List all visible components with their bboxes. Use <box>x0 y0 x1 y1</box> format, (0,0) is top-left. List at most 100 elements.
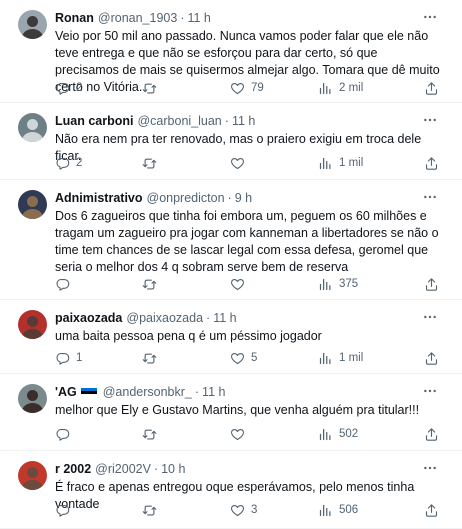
reply-button[interactable] <box>55 276 76 292</box>
tweet[interactable]: Adnimistrativo @onpredicton · 9 h Dos 6 zagu… <box>0 180 462 300</box>
more-horizontal-icon[interactable] <box>422 383 438 399</box>
author-handle[interactable]: @paixaozada <box>126 311 203 326</box>
more-horizontal-icon[interactable] <box>422 189 438 205</box>
author-name[interactable]: paixaozada <box>55 311 122 326</box>
action-bar: 2 1 mil <box>55 155 438 171</box>
retweet-button[interactable] <box>142 502 163 518</box>
action-bar: 375 <box>55 276 438 292</box>
tweet-header: 'AG @andersonbkr_ · 11 h <box>55 385 426 400</box>
retweet-button[interactable] <box>142 426 163 442</box>
replie-count: 2 <box>76 82 83 94</box>
tweet[interactable]: 'AG @andersonbkr_ · 11 h melhor que Ely e Gu… <box>0 374 462 451</box>
avatar[interactable] <box>18 113 47 142</box>
like-button[interactable] <box>230 276 251 292</box>
avatar[interactable] <box>18 190 47 219</box>
retweet-button[interactable] <box>142 155 163 171</box>
author-handle[interactable]: @ronan_1903 <box>98 11 177 26</box>
share-button[interactable] <box>424 502 445 518</box>
timestamp[interactable]: 11 h <box>202 385 225 400</box>
more-horizontal-icon[interactable] <box>422 112 438 128</box>
share-button[interactable] <box>424 426 445 442</box>
tweet[interactable]: r 2002 @ri2002V · 10 hÉ fraco e apenas entr… <box>0 451 462 529</box>
more-horizontal-icon[interactable] <box>422 460 438 476</box>
flag-icon <box>80 387 97 398</box>
more-horizontal-icon[interactable] <box>422 309 438 325</box>
retweet-button[interactable] <box>142 350 163 366</box>
author-handle[interactable]: @carboni_luan <box>137 114 221 129</box>
retweet-icon <box>142 503 163 518</box>
reply-button[interactable]: 2 <box>55 80 82 96</box>
timestamp[interactable]: 11 h <box>213 311 236 326</box>
views-chart-icon <box>318 277 339 292</box>
tweet-header: Luan carboni @carboni_luan · 11 h <box>55 114 426 129</box>
like-button[interactable] <box>230 155 251 171</box>
reply-button[interactable] <box>55 502 76 518</box>
views-chart-icon <box>318 427 339 442</box>
separator-dot: · <box>153 462 159 476</box>
author-handle[interactable]: @andersonbkr_ <box>103 385 192 400</box>
timestamp[interactable]: 10 h <box>161 462 185 477</box>
reply-button[interactable]: 2 <box>55 155 82 171</box>
views-button[interactable]: 502 <box>318 426 358 442</box>
tweet[interactable]: paixaozada @paixaozada · 11 h uma baita pess… <box>0 300 462 374</box>
tweet-text: melhor que Ely e Gustavo Martins, que ve… <box>55 403 420 417</box>
views-button[interactable]: 1 mil <box>318 350 363 366</box>
heart-icon <box>230 427 251 442</box>
author-name[interactable]: 'AG <box>55 385 77 400</box>
view-count: 2 mil <box>339 82 364 94</box>
retweet-button[interactable] <box>142 276 163 292</box>
share-button[interactable] <box>424 276 445 292</box>
views-button[interactable]: 375 <box>318 276 358 292</box>
heart-icon <box>230 156 251 171</box>
author-name[interactable]: Adnimistrativo <box>55 191 143 206</box>
avatar[interactable] <box>18 461 47 490</box>
reply-button[interactable] <box>55 426 76 442</box>
avatar[interactable] <box>18 310 47 339</box>
views-button[interactable]: 506 <box>318 502 358 518</box>
like-button[interactable]: 5 <box>230 350 257 366</box>
tweet[interactable]: Ronan @ronan_1903 · 11 h Veio por 50 mil ano… <box>0 0 462 103</box>
reply-icon <box>55 503 76 518</box>
tweet-header: r 2002 @ri2002V · 10 h <box>55 462 426 477</box>
avatar[interactable] <box>18 10 47 39</box>
views-chart-icon <box>318 81 339 96</box>
like-count: 5 <box>251 352 258 364</box>
replies-feed: Ronan @ronan_1903 · 11 h Veio por 50 mil ano… <box>0 0 462 529</box>
views-chart-icon <box>318 351 339 366</box>
retweet-icon <box>142 351 163 366</box>
action-bar: 502 <box>55 426 438 442</box>
avatar[interactable] <box>18 384 47 413</box>
views-chart-icon <box>318 156 339 171</box>
like-button[interactable] <box>230 426 251 442</box>
separator-dot: · <box>224 114 229 128</box>
timestamp[interactable]: 11 h <box>232 114 255 129</box>
share-button[interactable] <box>424 155 445 171</box>
like-button[interactable]: 79 <box>230 80 264 96</box>
tweet[interactable]: Luan carboni @carboni_luan · 11 h Não era ne… <box>0 103 462 180</box>
timestamp[interactable]: 9 h <box>235 191 252 206</box>
view-count: 375 <box>339 278 359 290</box>
share-button[interactable] <box>424 80 445 96</box>
author-handle[interactable]: @ri2002V <box>95 462 151 477</box>
heart-icon <box>230 81 251 96</box>
author-name[interactable]: Luan carboni <box>55 114 133 129</box>
share-button[interactable] <box>424 350 445 366</box>
views-button[interactable]: 2 mil <box>318 80 363 96</box>
share-icon <box>424 503 445 518</box>
more-horizontal-icon[interactable] <box>422 9 438 25</box>
heart-icon <box>230 277 251 292</box>
author-handle[interactable]: @onpredicton <box>147 191 225 206</box>
retweet-button[interactable] <box>142 80 163 96</box>
like-button[interactable]: 3 <box>230 502 257 518</box>
view-count: 506 <box>339 504 359 516</box>
reply-button[interactable]: 1 <box>55 350 82 366</box>
retweet-icon <box>142 156 163 171</box>
author-name[interactable]: r 2002 <box>55 462 91 477</box>
tweet-text: uma baita pessoa pena q é um péssimo jog… <box>55 329 322 343</box>
separator-dot: · <box>227 191 232 205</box>
author-name[interactable]: Ronan <box>55 11 94 26</box>
timestamp[interactable]: 11 h <box>187 11 210 26</box>
action-bar: 1 5 1 mil <box>55 350 438 366</box>
views-button[interactable]: 1 mil <box>318 155 363 171</box>
tweet-text: Dos 6 zagueiros que tinha foi embora um,… <box>55 209 439 274</box>
